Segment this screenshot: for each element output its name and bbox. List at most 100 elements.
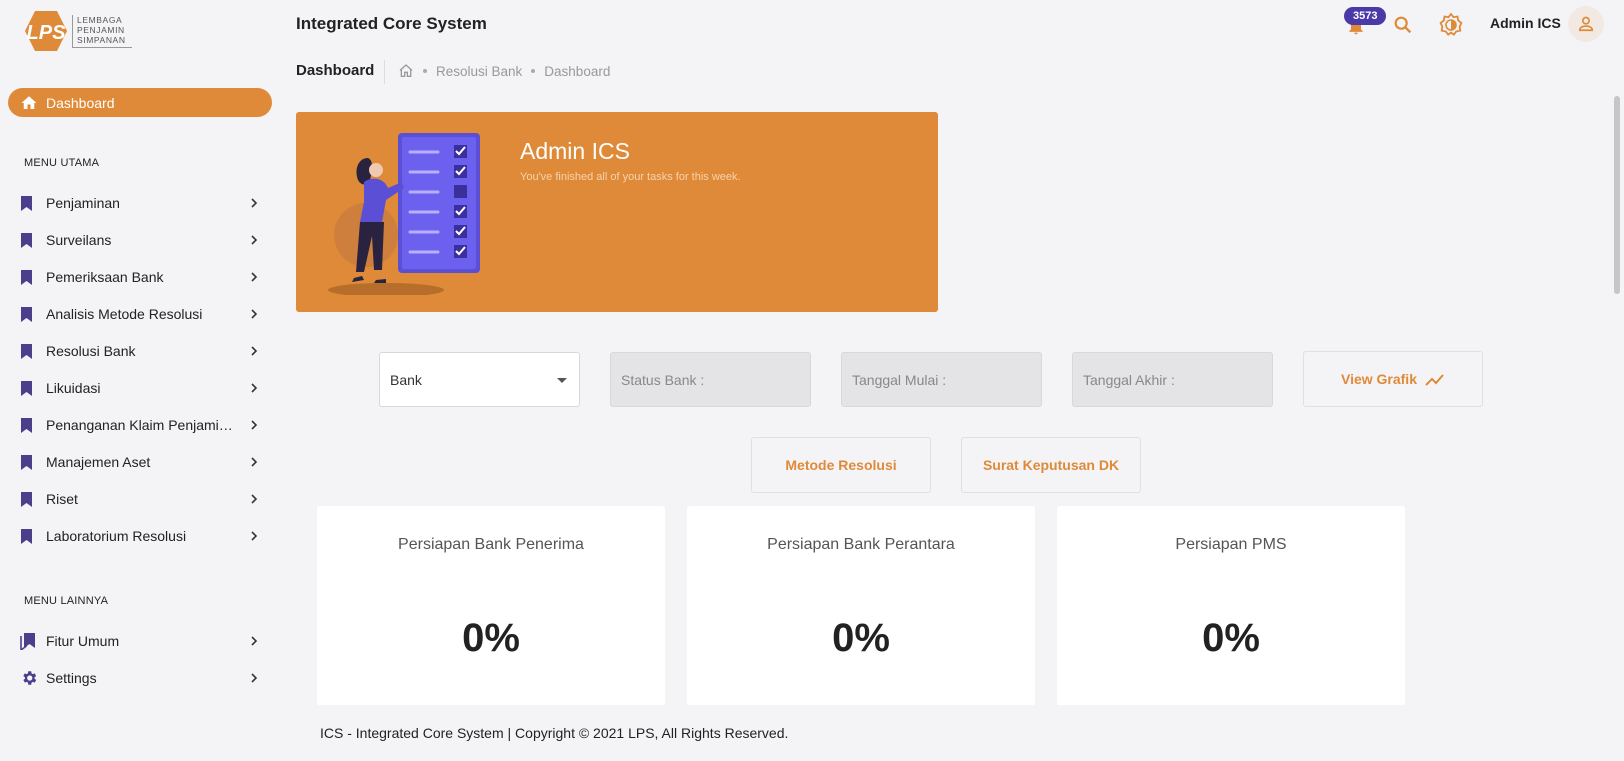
logo-line-2: PENJAMIN	[77, 24, 125, 35]
page-title: Dashboard	[296, 62, 375, 79]
footer: ICS - Integrated Core System | Copyright…	[280, 705, 1624, 761]
bookmark-icon	[21, 232, 32, 248]
gear-icon	[23, 671, 37, 685]
task-checklist-illustration	[328, 133, 480, 295]
logo-text: LEMBAGA PENJAMIN SIMPANAN	[72, 14, 132, 48]
bank-select[interactable]: Bank	[379, 352, 580, 407]
home-outline-icon[interactable]	[398, 63, 414, 79]
header-user-name[interactable]: Admin ICS	[1490, 15, 1561, 31]
chevron-right-icon	[251, 457, 258, 467]
svg-text:LPS: LPS	[27, 22, 67, 44]
bookmark-icon	[21, 343, 32, 359]
card-value: 0%	[1202, 616, 1260, 660]
card-title: Persiapan Bank Penerima	[398, 536, 584, 553]
home-icon	[21, 95, 37, 109]
breadcrumb-item-dashboard: Dashboard	[544, 63, 611, 79]
avatar[interactable]	[1568, 6, 1604, 42]
bank-select-value: Bank	[390, 371, 422, 388]
bookmark-icon	[21, 417, 32, 433]
breadcrumb: Resolusi Bank Dashboard	[398, 63, 610, 79]
lps-logo[interactable]: LPS LEMBAGA PENJAMIN SIMPANAN	[24, 10, 132, 52]
chevron-right-icon	[251, 383, 258, 393]
sidebar-item-penjaminan[interactable]: Penjaminan	[20, 191, 260, 215]
user-icon	[1578, 16, 1594, 32]
banner-subtitle: You've finished all of your tasks for th…	[520, 171, 741, 183]
app-title: Integrated Core System	[296, 14, 487, 33]
sidebar-item-surveilans[interactable]: Surveilans	[20, 228, 260, 252]
sidebar-item-label: Pemeriksaan Bank	[46, 269, 164, 285]
card-title: Persiapan PMS	[1175, 536, 1287, 553]
welcome-banner: Admin ICS You've finished all of your ta…	[296, 112, 938, 312]
chevron-right-icon	[251, 346, 258, 356]
sidebar-item-fitur-umum[interactable]: Fitur Umum	[20, 629, 260, 653]
bookmarks-icon	[20, 632, 35, 650]
bookmark-icon	[21, 491, 32, 507]
sidebar-item-manajemen-aset[interactable]: Manajemen Aset	[20, 450, 260, 474]
chevron-right-icon	[251, 198, 258, 208]
banner-title: Admin ICS	[520, 138, 630, 164]
start-date-field[interactable]: Tanggal Mulai :	[841, 352, 1042, 407]
resolution-method-button[interactable]: Metode Resolusi	[751, 437, 931, 493]
sidebar-item-label: Likuidasi	[46, 380, 101, 396]
chevron-right-icon	[251, 673, 258, 683]
chevron-right-icon	[251, 309, 258, 319]
bookmark-icon	[21, 269, 32, 285]
chevron-right-icon	[251, 531, 258, 541]
chevron-right-icon	[251, 636, 258, 646]
bookmark-icon	[21, 454, 32, 470]
view-chart-label: View Grafik	[1340, 371, 1417, 387]
breadcrumb-separator	[531, 69, 536, 73]
notification-badge[interactable]: 3573	[1344, 7, 1387, 25]
view-chart-button[interactable]: View Grafik	[1303, 351, 1483, 407]
sidebar-item-label: Laboratorium Resolusi	[46, 528, 187, 544]
sidebar-item-laboratorium-resolusi[interactable]: Laboratorium Resolusi	[20, 524, 260, 548]
stat-card-pms: Persiapan PMS 0%	[1057, 506, 1405, 706]
chevron-right-icon	[251, 494, 258, 504]
sidebar-item-pemeriksaan-bank[interactable]: Pemeriksaan Bank	[20, 265, 260, 289]
sidebar-item-label: Dashboard	[46, 94, 115, 111]
sidebar-item-likuidasi[interactable]: Likuidasi	[20, 376, 260, 400]
section-title-main-menu: MENU UTAMA	[24, 157, 100, 169]
bookmark-icon	[21, 528, 32, 544]
card-value: 0%	[832, 616, 890, 660]
breadcrumb-divider	[384, 60, 385, 84]
sidebar-item-label: Settings	[46, 670, 97, 686]
sidebar-item-settings[interactable]: Settings	[20, 666, 260, 690]
logo-line-3: SIMPANAN	[77, 34, 126, 45]
sidebar-item-label: Fitur Umum	[46, 633, 120, 649]
sidebar-item-analisis-metode-resolusi[interactable]: Analisis Metode Resolusi	[20, 302, 260, 326]
sidebar-item-resolusi-bank[interactable]: Resolusi Bank	[20, 339, 260, 363]
card-value: 0%	[462, 616, 520, 660]
sidebar-item-riset[interactable]: Riset	[20, 487, 260, 511]
status-bank-field[interactable]: Status Bank :	[610, 352, 811, 407]
caret-down-icon	[557, 378, 567, 383]
sidebar: LPS LEMBAGA PENJAMIN SIMPANAN Dashboard …	[0, 0, 280, 761]
breadcrumb-separator	[423, 69, 427, 73]
stat-card-bank-penerima: Persiapan Bank Penerima 0%	[317, 506, 665, 706]
sidebar-item-label: Penanganan Klaim Penjaminan	[46, 417, 234, 433]
sidebar-item-penanganan-klaim[interactable]: Penanganan Klaim Penjaminan	[20, 413, 260, 437]
sidebar-item-dashboard[interactable]: Dashboard	[8, 88, 272, 117]
theme-toggle-icon[interactable]	[1439, 13, 1463, 37]
bookmark-icon	[21, 195, 32, 211]
chevron-right-icon	[251, 272, 258, 282]
sidebar-item-label: Riset	[46, 491, 78, 507]
stat-card-bank-perantara: Persiapan Bank Perantara 0%	[687, 506, 1035, 706]
end-date-field[interactable]: Tanggal Akhir :	[1072, 352, 1273, 407]
sidebar-item-label: Analisis Metode Resolusi	[46, 306, 203, 322]
sidebar-item-label: Surveilans	[46, 232, 112, 248]
breadcrumb-item-resolusi-bank[interactable]: Resolusi Bank	[436, 64, 522, 79]
decree-button[interactable]: Surat Keputusan DK	[961, 437, 1141, 493]
footer-copyright: ICS - Integrated Core System | Copyright…	[320, 725, 789, 741]
card-title: Persiapan Bank Perantara	[767, 536, 955, 553]
section-title-other-menu: MENU LAINNYA	[24, 595, 109, 607]
lps-logo-mark: LPS	[24, 10, 68, 52]
chevron-right-icon	[251, 420, 258, 430]
page-scrollbar[interactable]	[1614, 96, 1620, 294]
chevron-right-icon	[251, 235, 258, 245]
trending-up-icon	[1425, 374, 1444, 386]
search-icon[interactable]	[1392, 14, 1414, 36]
sidebar-item-label: Penjaminan	[46, 195, 120, 211]
sidebar-item-label: Manajemen Aset	[46, 454, 151, 470]
sidebar-item-label: Resolusi Bank	[46, 343, 136, 359]
